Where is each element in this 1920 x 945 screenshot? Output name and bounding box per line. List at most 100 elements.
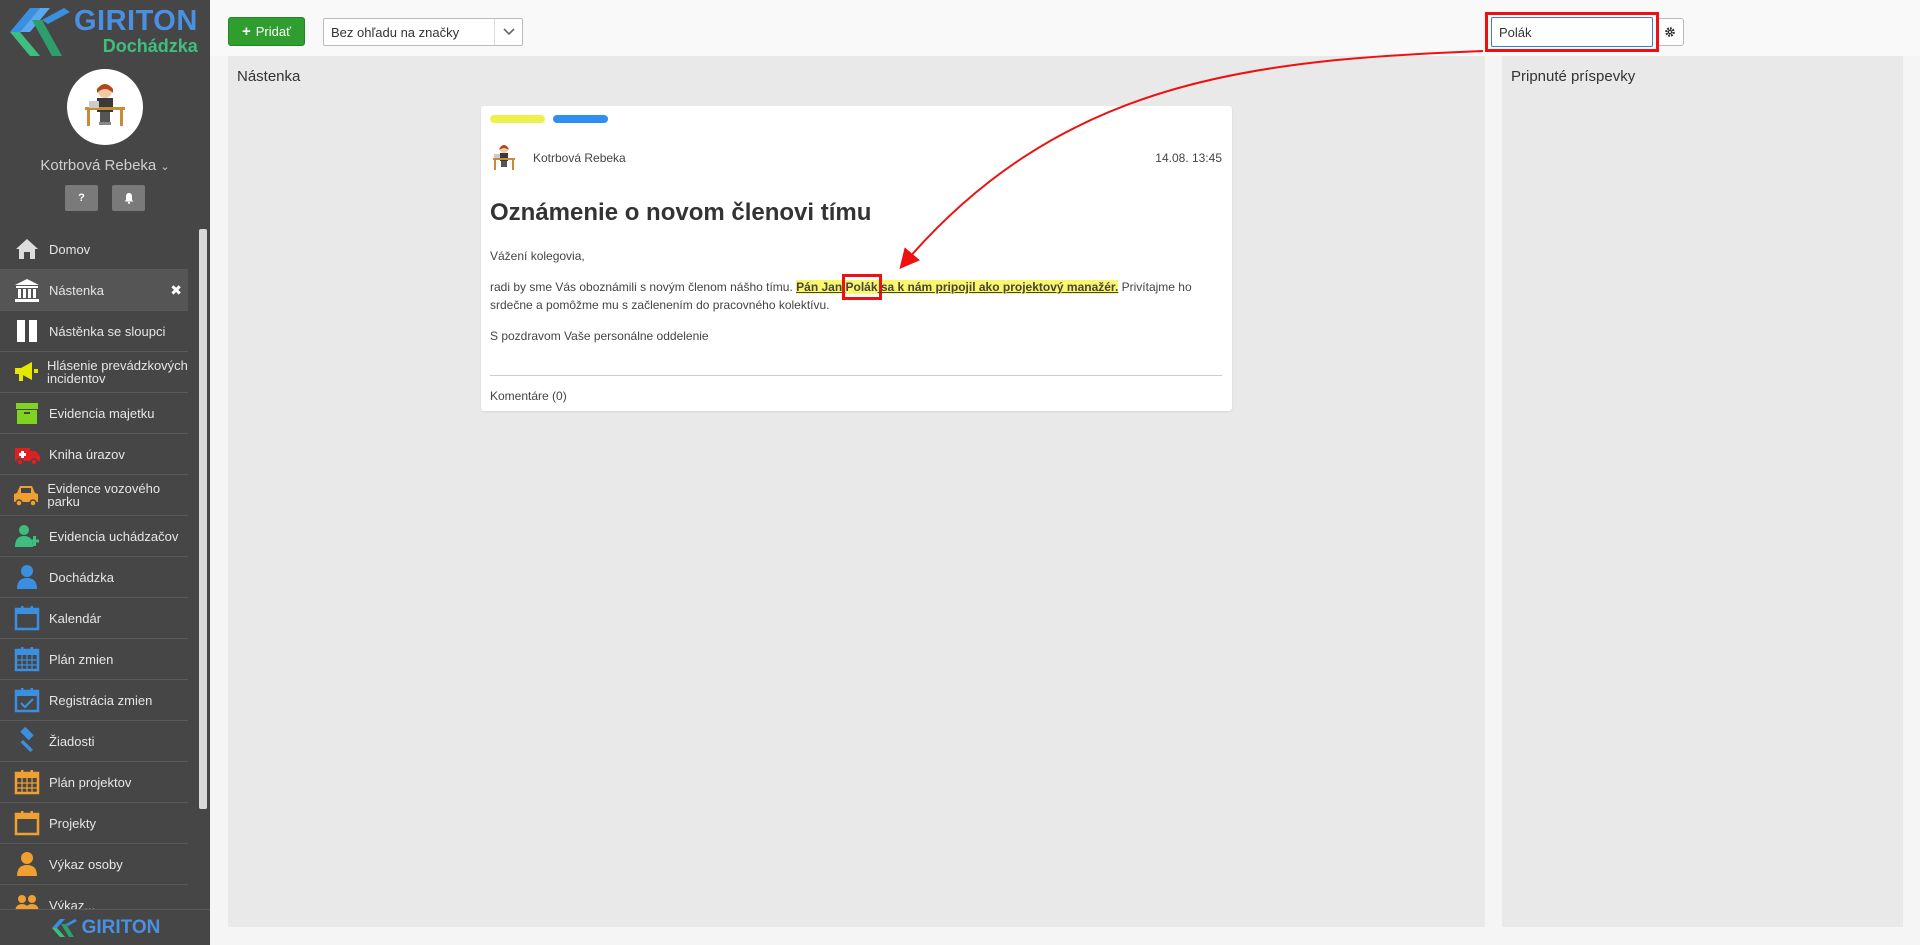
car-icon xyxy=(12,481,40,509)
board-title: Nástenka xyxy=(237,68,301,85)
post-signature: S pozdravom Vaše personálne oddelenie xyxy=(490,329,709,343)
sidebar-item-dochadzka[interactable]: Dochádzka xyxy=(0,557,188,598)
sidebar-item-label: Registrácia zmien xyxy=(49,692,153,708)
giriton-logo-icon xyxy=(6,2,72,60)
chevron-down-icon[interactable] xyxy=(494,19,522,45)
sidebar-item-nastenka-se-sloupci[interactable]: Nástěnka se sloupci xyxy=(0,311,188,352)
search-input[interactable] xyxy=(1491,17,1653,47)
sidebar-item-label: Plán zmien xyxy=(49,651,114,667)
sidebar-item-plan-zmien[interactable]: Plán zmien xyxy=(0,639,188,680)
sidebar-item-registracia-zmien[interactable]: Registrácia zmien xyxy=(0,680,188,721)
sidebar-item-vykaz[interactable]: Výkaz... xyxy=(0,885,188,909)
tag-filter-value: Bez ohľadu na značky xyxy=(331,24,460,40)
post-tag-yellow[interactable] xyxy=(490,115,545,123)
sidebar: GIRITON Dochádzka Kotrbová Rebeka ⌄ ? Do… xyxy=(0,0,210,945)
highlight-before: Pán Jan xyxy=(796,280,846,294)
highlight-after: sa k nám pripojil ako projektový manažér… xyxy=(877,280,1119,294)
sidebar-item-plan-projektov[interactable]: Plán projektov xyxy=(0,762,188,803)
user-icon xyxy=(12,563,42,591)
post-tag-blue[interactable] xyxy=(553,115,608,123)
archive-icon xyxy=(12,399,42,427)
sidebar-scrollbar[interactable] xyxy=(199,229,207,809)
sidebar-item-label: Kniha úrazov xyxy=(49,446,125,462)
sidebar-item-label: Nástěnka se sloupci xyxy=(49,323,166,339)
sidebar-item-label: Evidencia majetku xyxy=(49,405,155,421)
plus-icon: + xyxy=(242,23,251,40)
post-header: Kotrbová Rebeka 14.08. 13:45 xyxy=(490,143,1222,173)
avatar-icon xyxy=(85,84,125,126)
calendar-grid-icon xyxy=(12,645,42,673)
sidebar-item-evidencia-majetku[interactable]: Evidencia majetku xyxy=(0,393,188,434)
megaphone-icon xyxy=(12,358,40,386)
bell-icon xyxy=(124,193,133,204)
post-card[interactable]: Kotrbová Rebeka 14.08. 13:45 Oznámenie o… xyxy=(481,106,1232,411)
post-date: 14.08. 13:45 xyxy=(1155,151,1222,165)
user-profile: Kotrbová Rebeka ⌄ ? xyxy=(0,69,210,237)
post-paragraph: radi by sme Vás oboznámili s novým členo… xyxy=(490,274,1222,314)
post-title: Oznámenie o novom členovi tímu xyxy=(490,199,872,226)
sidebar-item-label: Nástenka xyxy=(49,282,104,298)
sidebar-item-kalendar[interactable]: Kalendár xyxy=(0,598,188,639)
sidebar-item-projekty[interactable]: Projekty xyxy=(0,803,188,844)
brand-name: GIRITON xyxy=(74,5,198,37)
sidebar-item-vykaz-osoby[interactable]: Výkaz osoby xyxy=(0,844,188,885)
author-avatar xyxy=(493,145,515,170)
footer-brand: GIRITON xyxy=(81,916,161,938)
post-text-before: radi by sme Vás oboznámili s novým členo… xyxy=(490,280,797,294)
sidebar-item-kniha-urazov[interactable]: Kniha úrazov xyxy=(0,434,188,475)
calendar-check-icon xyxy=(12,686,42,714)
sidebar-item-evidencia-uchadzacov[interactable]: Evidencia uchádzačov xyxy=(0,516,188,557)
notifications-button[interactable] xyxy=(112,185,145,211)
post-author[interactable]: Kotrbová Rebeka xyxy=(533,151,626,165)
user-icon xyxy=(12,850,42,878)
post-body: Vážení kolegovia, radi by sme Vás obozná… xyxy=(490,247,1222,358)
search-highlight: Pán Jan Polák sa k nám pripojil ako proj… xyxy=(796,274,1119,300)
post-greeting: Vážení kolegovia, xyxy=(490,249,585,263)
sidebar-item-label: Výkaz... xyxy=(49,897,96,910)
ambulance-icon xyxy=(12,440,42,468)
sidebar-item-label: Kalendár xyxy=(49,610,102,626)
columns-icon xyxy=(12,317,42,345)
sidebar-item-ziadosti[interactable]: Žiadosti xyxy=(0,721,188,762)
home-icon xyxy=(12,235,42,263)
users-icon xyxy=(12,891,42,909)
sidebar-nav: Domov Nástenka ✖ Nástěnka se sloupci Hláseni… xyxy=(0,229,188,909)
app-logo[interactable]: GIRITON Dochádzka xyxy=(0,0,210,62)
help-button[interactable]: ? xyxy=(65,185,98,211)
sidebar-item-nastenka[interactable]: Nástenka ✖ xyxy=(0,270,188,311)
search-match: Polák xyxy=(841,274,882,300)
sidebar-item-label: Projekty xyxy=(49,815,96,831)
pinned-panel: Pripnuté príspevky xyxy=(1502,56,1903,927)
chevron-down-icon: ⌄ xyxy=(160,161,170,173)
calendar-icon xyxy=(12,809,42,837)
toolbar: + Pridať Bez ohľadu na značky xyxy=(210,0,1920,56)
avatar[interactable] xyxy=(67,69,143,145)
sidebar-item-label: Hlásenie prevádzkových incidentov xyxy=(47,358,188,386)
board-panel: Nástenka Kotrbová Rebeka 14.08. 13:45 Oz… xyxy=(228,56,1485,927)
sidebar-item-domov[interactable]: Domov xyxy=(0,229,188,270)
close-icon[interactable]: ✖ xyxy=(170,282,182,299)
sidebar-item-label: Dochádzka xyxy=(49,569,115,585)
sidebar-item-label: Plán projektov xyxy=(49,774,132,790)
gavel-icon xyxy=(12,727,42,755)
user-name: Kotrbová Rebeka xyxy=(40,157,157,174)
sidebar-item-hlasenie-prevadzkovych-incidentov[interactable]: Hlásenie prevádzkových incidentov xyxy=(0,352,188,393)
add-post-button[interactable]: + Pridať xyxy=(228,17,305,46)
pinned-title: Pripnuté príspevky xyxy=(1511,68,1636,85)
tag-filter-select[interactable]: Bez ohľadu na značky xyxy=(323,18,523,46)
add-post-label: Pridať xyxy=(255,24,291,39)
user-plus-icon xyxy=(12,522,42,550)
sidebar-item-label: Výkaz osoby xyxy=(49,856,123,872)
comments-link[interactable]: Komentáre (0) xyxy=(490,389,567,403)
gear-icon xyxy=(1665,27,1675,37)
user-menu[interactable]: Kotrbová Rebeka ⌄ xyxy=(0,157,210,174)
sidebar-item-label: Žiadosti xyxy=(49,733,95,749)
settings-button[interactable] xyxy=(1656,18,1684,46)
calendar-grid-icon xyxy=(12,768,42,796)
sidebar-item-evidence-vozoveho-parku[interactable]: Evidence vozového parku xyxy=(0,475,188,516)
footer-logo: GIRITON xyxy=(0,909,210,945)
calendar-icon xyxy=(12,604,42,632)
sidebar-item-label: Domov xyxy=(49,241,91,257)
sidebar-item-label: Evidencia uchádzačov xyxy=(49,528,179,544)
giriton-logo-icon xyxy=(51,918,77,937)
